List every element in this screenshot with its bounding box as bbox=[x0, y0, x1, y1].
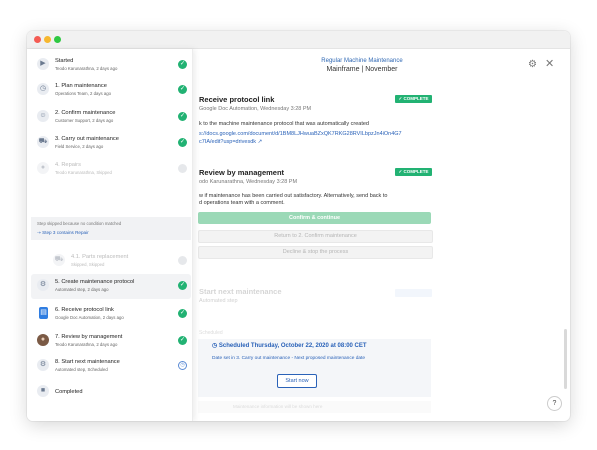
process-title[interactable]: Regular Machine Maintenance bbox=[252, 58, 472, 64]
step-subtitle: Automated step, Scheduled bbox=[55, 367, 108, 372]
complete-badge: ✓ COMPLETE bbox=[395, 168, 432, 176]
skip-condition-link[interactable]: ⇢ Step 3 contains Repair bbox=[37, 230, 89, 236]
step-subtitle: Operations Team, 2 days ago bbox=[55, 91, 112, 96]
step-subtitle: Google Doc Automation, Wednesday 3:28 PM bbox=[199, 106, 312, 112]
protocol-link-continued[interactable]: c7IA/edit?usp=drivesdk ↗ bbox=[199, 139, 262, 146]
close-icon[interactable]: ✕ bbox=[545, 57, 554, 70]
start-now-button[interactable]: Start now bbox=[277, 374, 317, 388]
steps-sidebar: Step skipped because no condition matche… bbox=[27, 49, 193, 421]
sidebar-step[interactable]: ● 4. Repairs Teodo Karunarathna, Skipped bbox=[31, 157, 191, 182]
step-subtitle: Field Service, 2 days ago bbox=[55, 144, 104, 149]
gear-icon[interactable]: ⚙ bbox=[528, 59, 537, 70]
close-window-button[interactable] bbox=[34, 36, 41, 43]
check-icon: ✓ bbox=[178, 336, 187, 345]
sidebar-step[interactable]: ▶ Started Teodo Karunarathna, 2 days ago ✓ bbox=[31, 53, 191, 78]
title-bar bbox=[27, 31, 570, 49]
process-subtitle: Mainframe | November bbox=[326, 66, 398, 73]
step-title-review: Review by management bbox=[199, 168, 285, 177]
maximize-window-button[interactable] bbox=[54, 36, 61, 43]
step-subtitle: Skipped, Skipped bbox=[71, 262, 105, 267]
info-placeholder: Maintenance information will be shown he… bbox=[233, 404, 323, 409]
gear-icon: ⚙ bbox=[37, 279, 49, 291]
sidebar-step[interactable]: ▤ 6. Receive protocol link Google Doc Auto… bbox=[31, 302, 191, 327]
main-panel: Regular Machine Maintenance Mainframe | … bbox=[192, 49, 570, 421]
step-title: 5. Create maintenance protocol bbox=[55, 279, 135, 285]
step-subtitle: Teodo Karunarathna, 2 days ago bbox=[55, 342, 118, 347]
step-title-receive-protocol: Receive protocol link bbox=[199, 95, 275, 104]
skip-note-box: Step skipped because no condition matche… bbox=[31, 217, 191, 240]
skip-condition-text[interactable]: Step 3 contains Repair bbox=[42, 230, 88, 235]
decline-stop-button[interactable]: Decline & stop the process bbox=[198, 246, 433, 259]
sidebar-step[interactable]: ⛟ 3. Carry out maintenance Field Service, … bbox=[31, 131, 191, 156]
truck-icon: ⛟ bbox=[53, 254, 65, 266]
protocol-link-tail[interactable]: c7IA/edit?usp=drivesdk bbox=[199, 139, 256, 145]
external-link-icon[interactable]: ↗ bbox=[258, 139, 263, 145]
sidebar-step[interactable]: ⚙ 8. Start next maintenance Automated step… bbox=[31, 354, 191, 379]
check-icon: ✓ bbox=[178, 85, 187, 94]
step-title: 3. Carry out maintenance bbox=[55, 136, 119, 142]
check-icon: ✓ bbox=[178, 60, 187, 69]
skipped-icon bbox=[178, 256, 187, 265]
user-icon: ☺ bbox=[37, 110, 49, 122]
step-title: 4. Repairs bbox=[55, 162, 81, 168]
protocol-link[interactable]: s://docs.google.com/document/d/1BM8LJHwu… bbox=[199, 131, 402, 138]
step-title-next-maintenance: Start next maintenance bbox=[199, 287, 282, 296]
scrollbar[interactable] bbox=[564, 329, 567, 389]
check-icon: ✓ bbox=[178, 138, 187, 147]
clock-icon: ◷ bbox=[37, 83, 49, 95]
stop-icon: ■ bbox=[37, 385, 49, 397]
protocol-description: k to the machine maintenance protocol th… bbox=[199, 121, 369, 127]
truck-icon: ⛟ bbox=[37, 136, 49, 148]
sidebar-step[interactable]: ● 7. Review by management Teodo Karunarath… bbox=[31, 329, 191, 354]
step-subtitle: odo Karunarathna, Wednesday 3:28 PM bbox=[199, 179, 298, 185]
play-icon: ▶ bbox=[37, 58, 49, 70]
sidebar-step[interactable]: ☺ 2. Confirm maintenance Customer Support,… bbox=[31, 105, 191, 130]
step-subtitle: Google Doc Automation, 2 days ago bbox=[55, 315, 124, 320]
avatar: ● bbox=[37, 162, 49, 174]
check-icon: ✓ bbox=[178, 281, 187, 290]
info-box: Maintenance information will be shown he… bbox=[198, 401, 431, 413]
step-title: 2. Confirm maintenance bbox=[55, 110, 116, 116]
step-subtitle: Automated step, 2 days ago bbox=[55, 287, 109, 292]
minimize-window-button[interactable] bbox=[44, 36, 51, 43]
step-title: 4.1. Parts replacement bbox=[71, 254, 129, 260]
check-icon: ✓ bbox=[178, 309, 187, 318]
step-title: 1. Plan maintenance bbox=[55, 83, 107, 89]
step-title: 8. Start next maintenance bbox=[55, 359, 120, 365]
scheduled-icon: ◷ bbox=[178, 361, 187, 370]
step-subtitle: Teodo Karunarathna, Skipped bbox=[55, 170, 112, 175]
gear-icon: ⚙ bbox=[37, 359, 49, 371]
skip-note: Step skipped because no condition matche… bbox=[37, 221, 122, 226]
sidebar-step[interactable]: ◷ 1. Plan maintenance Operations Team, 2 d… bbox=[31, 78, 191, 103]
step-subtitle: Customer Support, 2 days ago bbox=[55, 118, 114, 123]
scheduled-date-text: Scheduled Thursday, October 22, 2020 at … bbox=[218, 343, 367, 349]
step-title: 7. Review by management bbox=[55, 334, 123, 340]
sidebar-step[interactable]: ■ Completed bbox=[31, 380, 191, 405]
branch-icon: ⇢ bbox=[37, 230, 41, 235]
check-icon: ✓ bbox=[178, 112, 187, 121]
step-title: 6. Receive protocol link bbox=[55, 307, 114, 313]
review-instructions: w if maintenance has been carried out sa… bbox=[199, 193, 388, 199]
complete-badge: ✓ COMPLETE bbox=[395, 95, 432, 103]
schedule-note: Date set in 3. Carry out maintenance - N… bbox=[212, 356, 366, 361]
clock-icon: ◷ bbox=[212, 343, 218, 349]
review-instructions-continued: d operations team with a comment. bbox=[199, 200, 285, 206]
step-title: Started bbox=[55, 58, 74, 64]
scheduled-label: Scheduled bbox=[199, 330, 223, 336]
sidebar-step[interactable]: ⚙ 5. Create maintenance protocol Automated… bbox=[31, 274, 191, 299]
return-button[interactable]: Return to 2. Confirm maintenance bbox=[198, 230, 433, 243]
step-subtitle: Teodo Karunarathna, 2 days ago bbox=[55, 66, 118, 71]
step-title: Completed bbox=[55, 389, 83, 395]
help-button[interactable]: ? bbox=[547, 396, 562, 411]
app-window: Regular Machine Maintenance Mainframe | … bbox=[27, 31, 570, 421]
avatar: ● bbox=[37, 334, 49, 346]
sidebar-step[interactable]: ⛟ 4.1. Parts replacement Skipped, Skipped bbox=[47, 249, 207, 274]
scheduled-badge bbox=[395, 289, 432, 297]
confirm-continue-button[interactable]: Confirm & continue bbox=[198, 212, 431, 224]
scheduled-date: ◷ Scheduled Thursday, October 22, 2020 a… bbox=[212, 342, 367, 349]
skipped-icon bbox=[178, 164, 187, 173]
doc-icon: ▤ bbox=[39, 307, 48, 319]
